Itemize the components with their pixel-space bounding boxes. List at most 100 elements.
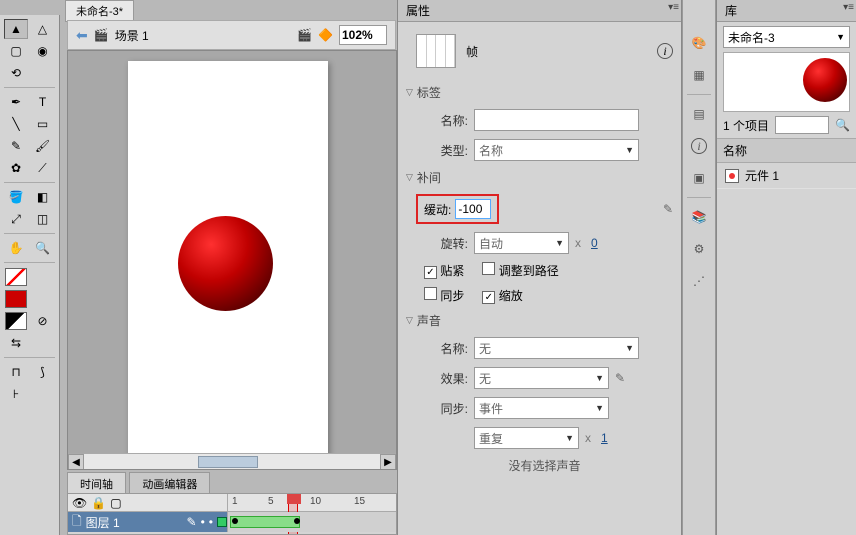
blank-tool-4[interactable] bbox=[31, 333, 55, 353]
sound-name-select[interactable]: 无▼ bbox=[474, 337, 639, 359]
straighten-option[interactable]: ⊦ bbox=[4, 384, 28, 404]
ink-bottle-tool[interactable]: ◧ bbox=[31, 187, 55, 207]
layer-lock-dot[interactable]: • bbox=[209, 515, 213, 529]
lasso-tool[interactable]: ⟲ bbox=[4, 63, 28, 83]
library-search-input[interactable] bbox=[775, 116, 829, 134]
soundsync-select[interactable]: 事件▼ bbox=[474, 397, 609, 419]
ease-input[interactable] bbox=[455, 199, 491, 219]
bone-tool[interactable]: ⟋ bbox=[31, 158, 55, 178]
motion-panel-icon[interactable]: ⋰ bbox=[686, 268, 712, 294]
library-column-name[interactable]: 名称 bbox=[717, 139, 856, 163]
library-doc-select[interactable]: 未命名-3 ▼ bbox=[723, 26, 850, 48]
horizontal-scrollbar[interactable]: ◀ ▶ bbox=[68, 453, 396, 469]
text-tool[interactable]: T bbox=[31, 92, 55, 112]
scroll-left-button[interactable]: ◀ bbox=[68, 454, 84, 470]
chevron-down-icon: ▼ bbox=[625, 343, 634, 353]
align-panel-icon[interactable]: ▤ bbox=[686, 101, 712, 127]
blank-tool-5[interactable] bbox=[31, 384, 55, 404]
search-icon[interactable]: 🔍 bbox=[835, 118, 850, 132]
fill-color[interactable] bbox=[4, 289, 28, 309]
layer-visible-dot[interactable]: • bbox=[201, 515, 205, 529]
rectangle-tool[interactable]: ▭ bbox=[31, 114, 55, 134]
components-panel-icon[interactable]: ⚙ bbox=[686, 236, 712, 262]
library-item[interactable]: 元件 1 bbox=[717, 163, 856, 189]
properties-header: 属性 ▾≡ bbox=[398, 0, 681, 22]
frame-label: 帧 bbox=[466, 43, 478, 60]
repeat-select[interactable]: 重复▼ bbox=[474, 427, 579, 449]
subselection-tool[interactable]: △ bbox=[31, 19, 55, 39]
outline-icon[interactable]: ▢ bbox=[110, 496, 121, 510]
back-arrow-icon[interactable]: ⬅ bbox=[76, 27, 88, 44]
effect-select[interactable]: 无▼ bbox=[474, 367, 609, 389]
playhead-knob[interactable] bbox=[287, 494, 301, 504]
paint-bucket-tool[interactable]: 🪣 bbox=[4, 187, 28, 207]
pen-tool[interactable]: ✒ bbox=[4, 92, 28, 112]
eyedropper-tool[interactable]: ⤢ bbox=[4, 209, 28, 229]
transform-panel-icon[interactable]: ▣ bbox=[686, 165, 712, 191]
label-type-select[interactable]: 名称▼ bbox=[474, 139, 639, 161]
panel-menu-icon[interactable]: ▾≡ bbox=[668, 2, 679, 13]
eye-icon[interactable]: 👁 bbox=[72, 496, 87, 510]
edit-effect-icon[interactable]: ✎ bbox=[615, 371, 625, 385]
info-panel-icon[interactable]: i bbox=[686, 133, 712, 159]
snap-option[interactable]: ⊓ bbox=[4, 362, 28, 382]
stroke-color[interactable] bbox=[4, 267, 28, 287]
pencil-tool[interactable]: ✎ bbox=[4, 136, 28, 156]
no-color[interactable]: ⊘ bbox=[31, 311, 55, 331]
snap-checkbox[interactable]: ✓ bbox=[424, 266, 437, 279]
library-header: 库 ▾≡ bbox=[717, 0, 856, 22]
no-sound-text: 没有选择声音 bbox=[508, 457, 580, 474]
keyframe[interactable] bbox=[232, 518, 238, 524]
scene-name[interactable]: 场景 1 bbox=[115, 27, 149, 44]
repeat-count[interactable]: 1 bbox=[601, 431, 608, 445]
ball-shape[interactable] bbox=[178, 216, 273, 311]
scale-checkbox[interactable]: ✓ bbox=[482, 291, 495, 304]
bw-swap[interactable] bbox=[4, 311, 28, 331]
zoom-tool[interactable]: 🔍 bbox=[31, 238, 55, 258]
swap-colors[interactable]: ⇆ bbox=[4, 333, 28, 353]
frames-area[interactable] bbox=[228, 512, 396, 532]
layer-name[interactable]: 图层 1 bbox=[86, 514, 120, 531]
blank-tool-2[interactable] bbox=[31, 267, 55, 287]
3d-rotate-tool[interactable]: ◉ bbox=[31, 41, 55, 61]
document-tab[interactable]: 未命名-3* bbox=[65, 0, 134, 22]
blank-tool-3[interactable] bbox=[31, 289, 55, 309]
adjust-path-checkbox[interactable] bbox=[482, 262, 495, 275]
sync-checkbox[interactable] bbox=[424, 287, 437, 300]
edit-ease-icon[interactable]: ✎ bbox=[663, 202, 673, 216]
lock-icon[interactable]: 🔒 bbox=[91, 496, 106, 510]
selection-tool[interactable]: ▲ bbox=[4, 19, 28, 39]
eraser-tool[interactable]: ◫ bbox=[31, 209, 55, 229]
deco-tool[interactable]: ✿ bbox=[4, 158, 28, 178]
preview-ball bbox=[803, 58, 847, 102]
canvas[interactable] bbox=[128, 61, 328, 456]
label-name-input[interactable] bbox=[474, 109, 639, 131]
zoom-input[interactable] bbox=[339, 25, 387, 45]
scroll-right-button[interactable]: ▶ bbox=[380, 454, 396, 470]
section-tween[interactable]: ▽补间 bbox=[406, 169, 673, 186]
panel-menu-icon[interactable]: ▾≡ bbox=[843, 2, 854, 13]
frame-numbers[interactable]: 1 5 10 15 bbox=[228, 494, 396, 511]
rotate-select[interactable]: 自动▼ bbox=[474, 232, 569, 254]
info-icon[interactable]: i bbox=[657, 43, 673, 59]
layer-outline-box[interactable] bbox=[217, 517, 227, 527]
free-transform-tool[interactable]: ▢ bbox=[4, 41, 28, 61]
smooth-option[interactable]: ⟆ bbox=[31, 362, 55, 382]
item-count: 1 个项目 bbox=[723, 117, 769, 134]
edit-scene-icon[interactable]: 🎬 bbox=[297, 28, 312, 42]
keyframe[interactable] bbox=[294, 518, 300, 524]
swatches-panel-icon[interactable]: ▦ bbox=[686, 62, 712, 88]
symbol-edit-icon[interactable]: 🔶 bbox=[318, 28, 333, 42]
library-panel-icon[interactable]: 📚 bbox=[686, 204, 712, 230]
rotate-count[interactable]: 0 bbox=[591, 236, 598, 250]
brush-tool[interactable]: 🖌 bbox=[31, 136, 55, 156]
section-label[interactable]: ▽标签 bbox=[406, 84, 673, 101]
color-panel-icon[interactable]: 🎨 bbox=[686, 30, 712, 56]
line-tool[interactable]: ╲ bbox=[4, 114, 28, 134]
scroll-thumb[interactable] bbox=[198, 456, 258, 468]
tween-span[interactable] bbox=[230, 516, 300, 528]
section-sound[interactable]: ▽声音 bbox=[406, 312, 673, 329]
blank-tool-1[interactable] bbox=[31, 63, 55, 83]
layer-row[interactable]: 🗋 图层 1 ✎ • • bbox=[68, 512, 396, 532]
hand-tool[interactable]: ✋ bbox=[4, 238, 28, 258]
